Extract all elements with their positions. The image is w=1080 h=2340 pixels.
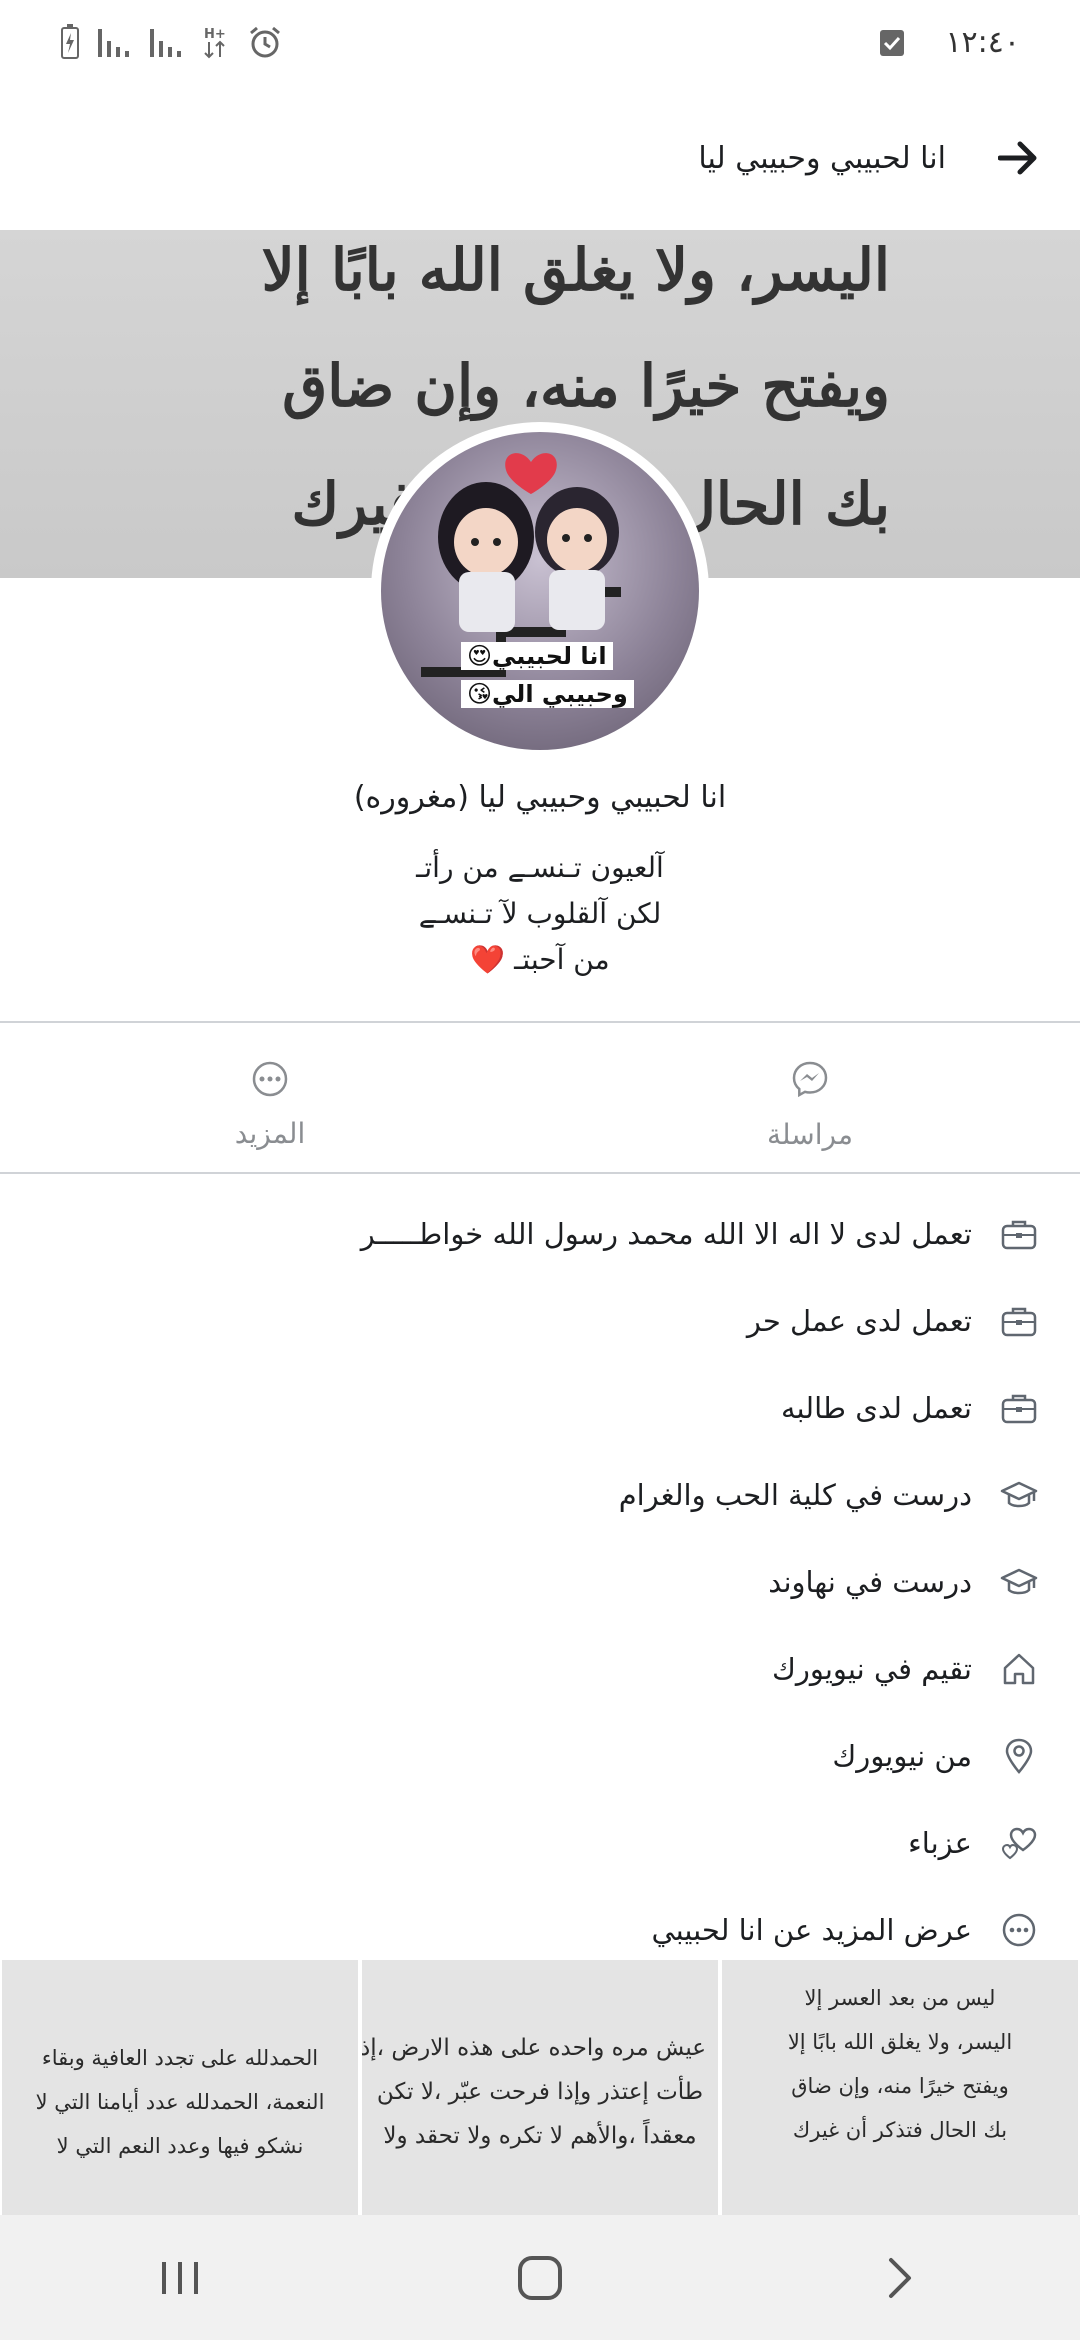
detail-lives-in[interactable]: تقيم في نيويورك <box>0 1625 1080 1712</box>
detail-work[interactable]: تعمل لدى لا اله الا الله محمد رسول الله … <box>0 1190 1080 1277</box>
signal-icon <box>150 27 184 57</box>
more-dots-icon <box>1000 1911 1038 1949</box>
graduation-cap-icon <box>1000 1476 1038 1514</box>
detail-text: من نيويورك <box>832 1738 972 1773</box>
photos-strip: الحمدلله على تجدد العافية وبقاء النعمة، … <box>0 1960 1080 2215</box>
cover-text-line: اليسر، ولا يغلق الله بابًا إلا <box>261 236 890 304</box>
location-pin-icon <box>1000 1737 1038 1775</box>
alarm-icon <box>248 25 282 59</box>
more-label: المزيد <box>234 1116 306 1150</box>
messenger-icon <box>791 1060 829 1102</box>
photo-text-line: النعمة، الحمدلله عدد أيامنا التي لا <box>35 2090 325 2114</box>
detail-education[interactable]: درست في نهاوند <box>0 1538 1080 1625</box>
briefcase-icon <box>1000 1389 1038 1427</box>
hearts-icon <box>1000 1824 1038 1862</box>
photo-text-line: نشكو فيها وعدد النعم التي لا <box>56 2134 304 2158</box>
photo-text-line: بك الحال فتذكر أن غيرك <box>792 2118 1008 2142</box>
system-nav-bar <box>0 2215 1080 2340</box>
detail-work[interactable]: تعمل لدى عمل حر <box>0 1277 1080 1364</box>
home-icon <box>1000 1650 1038 1688</box>
photo-thumbnail[interactable]: ليس من بعد العسر إلا اليسر، ولا يغلق الل… <box>722 1960 1078 2215</box>
detail-text: درست في كلية الحب والغرام <box>618 1477 972 1512</box>
status-icons-right: ١٢:٤٠ <box>879 25 1020 60</box>
profile-bio: آلعيون تـنسـے من رأتـ لكن آلقلوب لآ تـنس… <box>0 845 1080 983</box>
divider <box>0 1021 1080 1023</box>
briefcase-icon <box>1000 1302 1038 1340</box>
status-bar: H+ ١٢:٤٠ <box>0 0 1080 84</box>
photo-text-line: معقداً ،والأهم لا تكره ولا تحقد ولا <box>383 2123 697 2149</box>
bio-line: من آحبتـ ❤️ <box>470 943 610 976</box>
graduation-cap-icon <box>1000 1563 1038 1601</box>
photo-text-line: طأت إعتذر وإذا فرحت عبّر ،لا تكن <box>376 2079 704 2105</box>
bio-line: لكن آلقلوب لآ تـنسـے <box>418 897 662 930</box>
detail-text: تعمل لدى لا اله الا الله محمد رسول الله … <box>360 1216 972 1251</box>
status-time: ١٢:٤٠ <box>945 24 1020 60</box>
detail-from[interactable]: من نيويورك <box>0 1712 1080 1799</box>
battery-icon <box>60 24 80 60</box>
detail-text: درست في نهاوند <box>768 1564 972 1599</box>
detail-text: عرض المزيد عن انا لحبيبي <box>651 1912 972 1947</box>
message-button[interactable]: مراسلة <box>540 1040 1080 1170</box>
top-app-bar: انا لحبيبي وحبيبي ليا <box>0 118 1080 198</box>
page-title: انا لحبيبي وحبيبي ليا <box>698 140 946 176</box>
more-button[interactable]: المزيد <box>0 1040 540 1170</box>
status-icons-left: H+ <box>60 24 282 60</box>
detail-education[interactable]: درست في كلية الحب والغرام <box>0 1451 1080 1538</box>
detail-work[interactable]: تعمل لدى طالبه <box>0 1364 1080 1451</box>
back-chevron-icon[interactable] <box>840 2238 960 2318</box>
avatar-caption: انا لحبيبي😍 <box>461 642 613 670</box>
signal-icon <box>98 27 132 57</box>
photo-text-line: اليسر، ولا يغلق الله بابًا إلا <box>787 2030 1013 2054</box>
cover-text-line: ويفتح خيرًا منه، وإن ضاق <box>282 352 890 420</box>
photo-spacer <box>14 1976 346 2036</box>
checkbox-notification-icon <box>879 27 905 57</box>
profile-name: انا لحبيبي وحبيبي ليا (مغروره) <box>353 780 727 815</box>
photo-spacer <box>374 1976 706 2026</box>
hplus-data-icon: H+ <box>202 25 230 59</box>
svg-text:H+: H+ <box>204 27 226 42</box>
avatar[interactable]: انا لحبيبي😍 وحبيبي الي😘 <box>371 422 709 760</box>
photo-thumbnail[interactable]: الحمدلله على تجدد العافية وبقاء النعمة، … <box>2 1960 358 2215</box>
bio-line: آلعيون تـنسـے من رأتـ <box>416 851 664 884</box>
detail-text: تقيم في نيويورك <box>771 1651 972 1686</box>
message-label: مراسلة <box>767 1117 853 1151</box>
photo-text-line: عيش مره واحده على هذه الارض ،إذ <box>362 2035 706 2061</box>
action-row: المزيد مراسلة <box>0 1040 1080 1170</box>
divider <box>0 1172 1080 1174</box>
photo-text-line: الحمدلله على تجدد العافية وبقاء <box>41 2046 319 2070</box>
recent-apps-icon[interactable] <box>120 2238 240 2318</box>
detail-relationship[interactable]: عزباء <box>0 1799 1080 1886</box>
avatar-image: انا لحبيبي😍 وحبيبي الي😘 <box>381 432 699 750</box>
briefcase-icon <box>1000 1215 1038 1253</box>
more-dots-icon <box>252 1061 288 1101</box>
photo-text-line: ليس من بعد العسر إلا <box>804 1986 996 2010</box>
detail-text: تعمل لدى عمل حر <box>746 1303 972 1338</box>
about-details-list: تعمل لدى لا اله الا الله محمد رسول الله … <box>0 1190 1080 1973</box>
photo-text-line: ويفتح خيرًا منه، وإن ضاق <box>791 2074 1009 2098</box>
photo-thumbnail[interactable]: عيش مره واحده على هذه الارض ،إذ طأت إعتذ… <box>362 1960 718 2215</box>
detail-text: تعمل لدى طالبه <box>780 1390 972 1425</box>
arrow-right-icon[interactable] <box>996 136 1040 180</box>
home-circle-icon[interactable] <box>480 2238 600 2318</box>
avatar-caption: وحبيبي الي😘 <box>461 680 634 708</box>
detail-text: عزباء <box>908 1825 972 1860</box>
